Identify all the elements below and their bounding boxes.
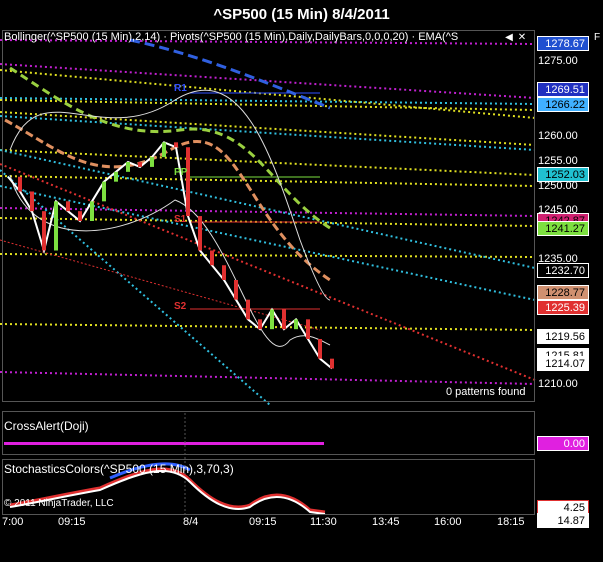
- stochastics-label: StochasticsColors(^SP500 (15 Min),3,70,3…: [4, 462, 234, 476]
- pivot-s1-label: S1: [174, 214, 187, 225]
- price-tag: 1252.03: [537, 167, 589, 182]
- crossalert-panel: [2, 411, 535, 455]
- x-tick-label: 7:00: [2, 516, 24, 528]
- pivot-pp-label: PP: [174, 167, 188, 178]
- x-tick-label: 18:15: [497, 516, 525, 528]
- crossalert-value-tag: 0.00: [537, 436, 589, 451]
- crossalert-label: CrossAlert(Doji): [4, 419, 89, 433]
- pivot-r1-label: R1: [174, 83, 187, 94]
- price-tag: 1241.27: [537, 221, 589, 236]
- y-tick-label: 1260.00: [538, 130, 578, 142]
- price-tag: 1269.51: [537, 82, 589, 97]
- x-tick-label: 09:15: [58, 516, 86, 528]
- price-indicator-label: Bollinger(^SP500 (15 Min),2,14) · Pivots…: [4, 31, 459, 43]
- scroll-left-button[interactable]: ◀: [503, 31, 515, 45]
- x-tick-label: 16:00: [434, 516, 462, 528]
- price-tag: 1278.67: [537, 36, 589, 51]
- y-tick-label: 1210.00: [538, 378, 578, 390]
- price-tag: 1266.22: [537, 97, 589, 112]
- chart-window: ^SP500 (15 Min) 8/4/2011 Bollinger(^SP50…: [0, 0, 603, 562]
- price-tag: 1225.39: [537, 300, 589, 315]
- copyright-text: © 2011 NinjaTrader, LLC: [4, 498, 114, 509]
- patterns-found-text: 0 patterns found: [446, 386, 526, 398]
- price-tag: 1228.77: [537, 285, 589, 300]
- price-tag: 1219.56: [537, 329, 589, 344]
- pivot-s2-label: S2: [174, 301, 187, 312]
- x-tick-label: 8/4: [183, 516, 199, 528]
- price-tag: 1232.70: [537, 263, 589, 278]
- y-tick-label: 1275.00: [538, 55, 578, 67]
- price-tag: 1214.07: [537, 356, 589, 371]
- x-tick-label: 11:30: [310, 516, 337, 528]
- close-icon[interactable]: ✕: [516, 31, 528, 45]
- y-tick-label: 1255.00: [538, 155, 578, 167]
- stochastics-value-tag: 14.87: [537, 513, 589, 528]
- x-tick-label: 13:45: [372, 516, 400, 528]
- price-panel: [2, 30, 535, 402]
- x-tick-label: 09:15: [249, 516, 277, 528]
- panel-f-button[interactable]: F: [591, 31, 603, 45]
